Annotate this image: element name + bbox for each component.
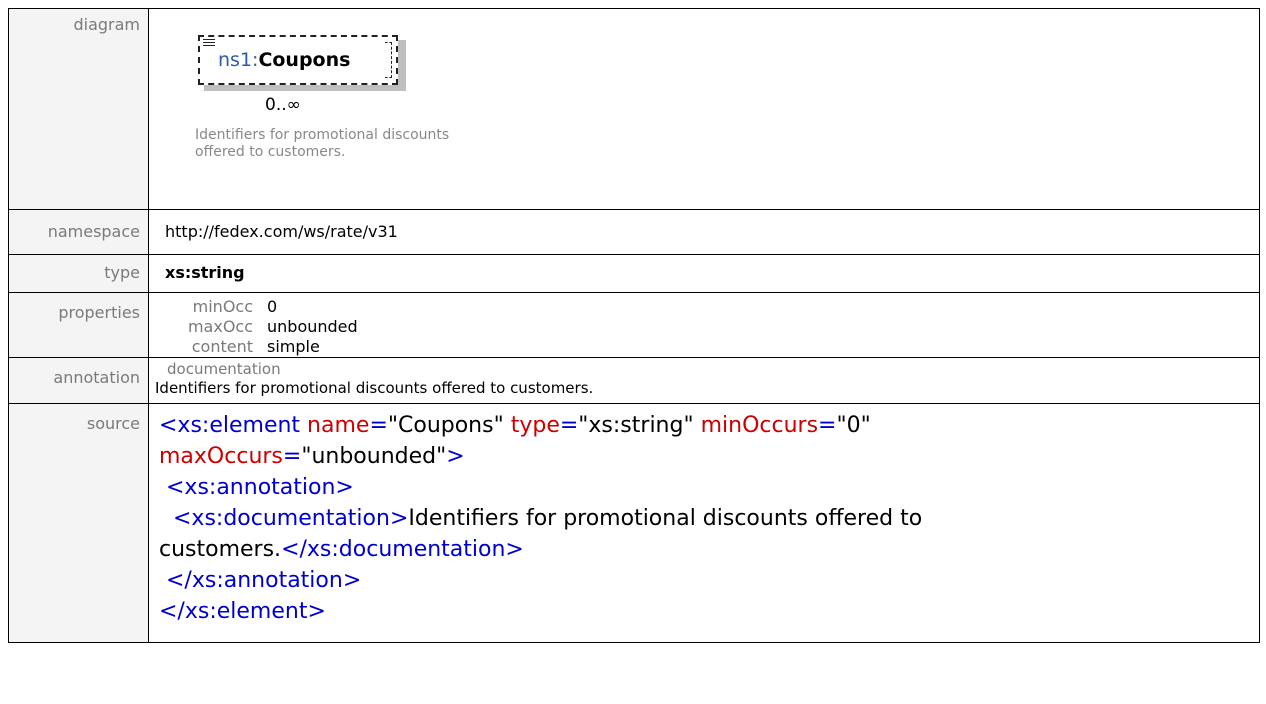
prop-key: content [191,337,253,356]
element-diagram: ns1:Coupons 0..∞ Identifiers for promoti… [165,9,1259,209]
src-tag: </xs:documentation> [281,537,524,562]
src-text: customers. [159,537,282,562]
source-code: <xs:element name="Coupons" type="xs:stri… [159,404,1259,627]
src-val: "xs:string" [578,413,694,438]
src-text: Identifiers for promotional discounts of… [408,506,923,531]
element-prefix: ns1: [218,49,259,71]
label-source: source [8,403,149,643]
documentation-lines-icon [203,39,215,49]
namespace-value: http://fedex.com/ws/rate/v31 [148,209,1260,255]
src-tag: </xs:element> [159,599,326,624]
row-properties: properties minOcc 0 maxOcc unbounded con… [8,292,1260,358]
src-tag: </xs:annotation> [159,568,362,593]
prop-key: maxOcc [187,317,253,336]
src-eq: = [282,444,302,469]
cardinality: 0..∞ [265,95,301,115]
src-attr: type [503,413,560,438]
src-eq: = [818,413,837,438]
src-eq: = [369,413,388,438]
row-diagram: diagram ns1:Coupons 0..∞ Identifiers for… [8,8,1260,210]
src-val: "unbounded" [301,444,447,469]
annotation-text: Identifiers for promotional discounts of… [155,379,594,397]
properties-cell: minOcc 0 maxOcc unbounded content simple [148,292,1260,358]
prop-value: simple [267,337,320,356]
element-box[interactable]: ns1:Coupons [198,35,398,85]
src-attr: name [300,413,370,438]
prop-value: unbounded [267,317,358,336]
src-val: "0" [836,413,871,438]
properties-grid: minOcc 0 maxOcc unbounded content simple [149,293,1259,357]
element-name: Coupons [258,49,351,71]
source-cell: <xs:element name="Coupons" type="xs:stri… [148,403,1260,643]
repeat-bracket-icon [385,42,392,78]
src-tag: <xs:annotation> [159,475,354,500]
type-value[interactable]: xs:string [148,254,1260,293]
label-namespace: namespace [8,209,149,255]
diagram-cell: ns1:Coupons 0..∞ Identifiers for promoti… [148,8,1260,210]
prop-value: 0 [267,297,278,316]
row-source: source <xs:element name="Coupons" type="… [8,403,1260,643]
row-annotation: annotation documentation Identifiers for… [8,357,1260,404]
src-val: "Coupons" [387,413,504,438]
element-label: ns1:Coupons [218,49,350,71]
row-type: type xs:string [8,254,1260,293]
label-annotation: annotation [8,357,149,404]
src-tag: <xs:element [159,413,301,438]
annotation-heading: documentation [167,360,281,378]
src-attr: maxOccurs [159,444,283,469]
row-namespace: namespace http://fedex.com/ws/rate/v31 [8,209,1260,255]
label-type: type [8,254,149,293]
diagram-documentation-note: Identifiers for promotional discounts of… [195,127,450,160]
src-tag: <xs:documentation> [159,506,409,531]
label-diagram: diagram [8,8,149,210]
src-tag-close: > [446,444,465,469]
element-doc-table: diagram ns1:Coupons 0..∞ Identifiers for… [8,8,1260,643]
prop-key: minOcc [192,297,253,316]
annotation-cell: documentation Identifiers for promotiona… [148,357,1260,404]
src-attr: minOccurs [693,413,819,438]
src-eq: = [559,413,579,438]
label-properties: properties [8,292,149,358]
